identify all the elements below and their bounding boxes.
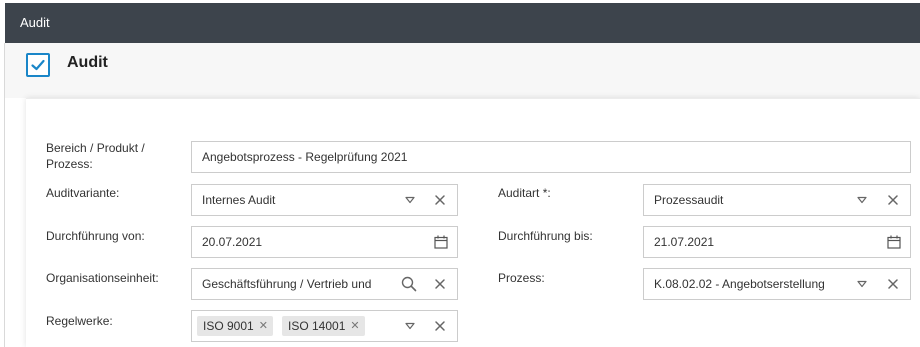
organisationseinheit-label: Organisationseinheit: [46,270,159,286]
organisationseinheit-label-text: Organisationseinheit: [46,271,159,285]
close-icon[interactable]: ✕ [350,316,359,336]
form-panel [26,98,920,347]
page-header: Audit [5,43,920,98]
chevron-down-icon[interactable] [853,185,871,215]
durchfuehrung-bis-label: Durchführung bis: [498,229,593,243]
close-icon[interactable] [884,269,902,299]
close-icon[interactable] [431,185,449,215]
prozess-select[interactable]: K.08.02.02 - Angebotserstellung [643,268,911,300]
organisationseinheit-value: Geschäftsführung / Vertrieb und [202,277,372,291]
durchfuehrung-bis-value: 21.07.2021 [654,235,715,249]
bereich-label: Bereich / Produkt / Prozess: [46,141,145,171]
prozess-label: Prozess: [498,270,545,286]
durchfuehrung-von-value: 20.07.2021 [202,235,263,249]
search-icon[interactable] [399,269,419,299]
tag-label: ISO 9001 [203,319,254,333]
page-title: Audit [67,54,108,71]
auditart-select[interactable]: Prozessaudit [643,184,911,216]
regelwerke-label: Regelwerke: [46,313,113,329]
durchfuehrung-bis-input[interactable]: 21.07.2021 [643,226,911,258]
bereich-input[interactable]: Angebotsprozess - Regelprüfung 2021 [191,141,911,173]
close-icon[interactable]: ✕ [259,316,268,336]
calendar-icon[interactable] [885,227,903,257]
auditart-label: Auditart *: [498,186,551,200]
chevron-down-icon[interactable] [401,185,419,215]
prozess-label-text: Prozess: [498,271,545,285]
prozess-value: K.08.02.02 - Angebotserstellung [654,277,825,291]
chevron-down-icon[interactable] [853,269,871,299]
calendar-icon[interactable] [432,227,450,257]
close-icon[interactable] [431,269,449,299]
auditvariante-value: Internes Audit [202,193,276,207]
tag-label: ISO 14001 [288,319,346,333]
tag-iso-14001: ISO 14001 ✕ [282,316,365,336]
tag-iso-9001: ISO 9001 ✕ [197,316,273,336]
close-icon[interactable] [431,311,449,341]
bereich-value: Angebotsprozess - Regelprüfung 2021 [202,150,408,164]
window-titlebar: Audit [5,3,920,43]
checkmark-icon [31,59,45,71]
durchfuehrung-von-label: Durchführung von: [46,229,145,243]
close-icon[interactable] [884,185,902,215]
chevron-down-icon[interactable] [401,311,419,341]
audit-checkbox[interactable] [26,53,50,77]
durchfuehrung-von-input[interactable]: 20.07.2021 [191,226,458,258]
window-title: Audit [20,15,50,30]
auditvariante-label: Auditvariante: [46,186,120,200]
organisationseinheit-input[interactable]: Geschäftsführung / Vertrieb und [191,268,458,300]
auditvariante-select[interactable]: Internes Audit [191,184,458,216]
auditart-value: Prozessaudit [654,193,724,207]
regelwerke-label-text: Regelwerke: [46,314,113,328]
regelwerke-multiselect[interactable]: ISO 9001 ✕ ISO 14001 ✕ [191,310,458,342]
